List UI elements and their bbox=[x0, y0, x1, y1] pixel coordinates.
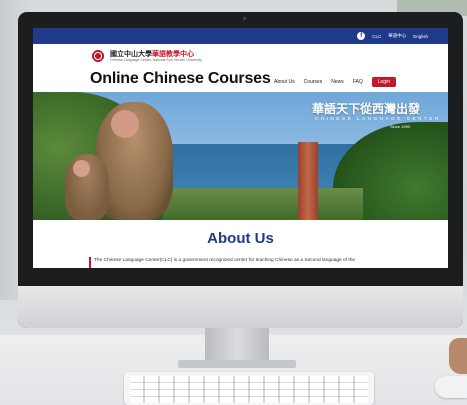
hand bbox=[449, 338, 467, 374]
topbar-link-clc[interactable]: CLC bbox=[372, 34, 381, 39]
hero-since: Since 1990 bbox=[390, 124, 411, 129]
nav-courses[interactable]: Courses bbox=[304, 79, 323, 85]
topbar-link-english[interactable]: English bbox=[413, 34, 428, 39]
nav-about-us[interactable]: About Us bbox=[274, 79, 295, 85]
school-name-zh-suffix: 華語教學中心 bbox=[152, 51, 194, 58]
main-nav: About Us Courses News FAQ Login bbox=[274, 77, 396, 87]
hero-subtitle: CHINESE LANGUAGE CENTER bbox=[315, 116, 441, 121]
monitor-stand bbox=[205, 328, 269, 362]
site-title[interactable]: Online Chinese Courses bbox=[90, 70, 271, 88]
mouse bbox=[435, 376, 467, 398]
section-title: About Us bbox=[207, 230, 274, 247]
intro-text: The Chinese Language Center(CLC) is a go… bbox=[94, 258, 356, 263]
school-name-en: Chinese Language Center, National Sun Ya… bbox=[110, 58, 202, 62]
school-name-zh-prefix: 國立中山大學 bbox=[110, 51, 152, 58]
site-header: 國立中山大學華語教學中心 Chinese Language Center, Na… bbox=[33, 44, 448, 92]
hero-headline: 華語天下從西灣出發 bbox=[312, 102, 421, 116]
monitor-camera bbox=[243, 17, 246, 20]
facebook-icon[interactable]: f bbox=[357, 32, 366, 40]
top-utility-bar: f CLC 華語中心 English bbox=[33, 28, 448, 44]
hero-shore bbox=[163, 188, 363, 220]
topbar-link-chinese[interactable]: 華語中心 bbox=[388, 33, 406, 39]
nav-news[interactable]: News bbox=[331, 79, 344, 85]
hero-monkey-baby-face bbox=[73, 160, 90, 177]
monitor-chin bbox=[18, 286, 463, 328]
hero-monkey-face bbox=[111, 110, 139, 138]
monitor-stand-base bbox=[178, 360, 296, 368]
university-logo-icon[interactable] bbox=[91, 49, 105, 63]
login-button[interactable]: Login bbox=[371, 77, 396, 87]
hero-banner: 華語天下從西灣出發 CHINESE LANGUAGE CENTER Since … bbox=[33, 92, 448, 220]
keyboard-keys bbox=[130, 376, 368, 403]
keyboard bbox=[124, 372, 374, 405]
hero-tower bbox=[298, 142, 318, 220]
website-screen: f CLC 華語中心 English 國立中山大學華語教學中心 Chinese … bbox=[33, 28, 448, 268]
nav-faq[interactable]: FAQ bbox=[353, 79, 363, 85]
